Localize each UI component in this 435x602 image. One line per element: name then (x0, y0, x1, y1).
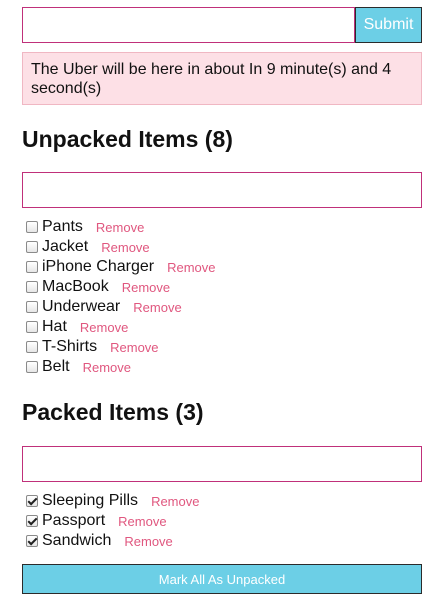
item-name: T-Shirts (42, 338, 98, 355)
item-checkbox[interactable] (26, 321, 38, 333)
unpacked-list: Pants Remove Jacket Remove iPhone Charge… (22, 217, 422, 377)
uber-eta-alert: The Uber will be here in about In 9 minu… (22, 52, 422, 105)
alert-message: The Uber will be here in about In 9 minu… (31, 61, 392, 97)
remove-link[interactable]: Remove (124, 534, 172, 549)
unpacked-heading: Unpacked Items (8) (22, 126, 233, 152)
list-item: T-Shirts Remove (26, 337, 422, 357)
list-item: Passport Remove (26, 511, 422, 531)
app-container: Submit The Uber will be here in about In… (22, 7, 422, 594)
remove-link[interactable]: Remove (96, 220, 144, 235)
list-item: Sandwich Remove (26, 531, 422, 551)
item-name: Sleeping Pills (42, 492, 139, 509)
item-name: Pants (42, 218, 83, 235)
remove-link[interactable]: Remove (83, 360, 131, 375)
item-name: Passport (42, 512, 106, 529)
item-checkbox[interactable] (26, 241, 38, 253)
list-item: Jacket Remove (26, 237, 422, 257)
item-name: Underwear (42, 298, 121, 315)
item-name: Jacket (42, 238, 89, 255)
item-checkbox[interactable] (26, 495, 38, 507)
item-checkbox[interactable] (26, 535, 38, 547)
item-name: iPhone Charger (42, 258, 155, 275)
item-name: Sandwich (42, 532, 112, 549)
item-name: Belt (42, 358, 70, 375)
packed-filter-input[interactable] (22, 446, 422, 482)
remove-link[interactable]: Remove (167, 260, 215, 275)
unpacked-filter-input[interactable] (22, 172, 422, 208)
remove-link[interactable]: Remove (118, 514, 166, 529)
list-item: Hat Remove (26, 317, 422, 337)
submit-button[interactable]: Submit (355, 7, 422, 43)
list-item: MacBook Remove (26, 277, 422, 297)
item-checkbox[interactable] (26, 301, 38, 313)
new-item-input[interactable] (22, 7, 355, 43)
remove-link[interactable]: Remove (122, 280, 170, 295)
remove-link[interactable]: Remove (101, 240, 149, 255)
packed-heading: Packed Items (3) (22, 399, 204, 425)
item-checkbox[interactable] (26, 361, 38, 373)
item-checkbox[interactable] (26, 261, 38, 273)
remove-link[interactable]: Remove (110, 340, 158, 355)
list-item: Underwear Remove (26, 297, 422, 317)
list-item: Pants Remove (26, 217, 422, 237)
list-item: Sleeping Pills Remove (26, 491, 422, 511)
remove-link[interactable]: Remove (151, 494, 199, 509)
remove-link[interactable]: Remove (80, 320, 128, 335)
packed-list: Sleeping Pills Remove Passport Remove Sa… (22, 491, 422, 551)
list-item: iPhone Charger Remove (26, 257, 422, 277)
item-checkbox[interactable] (26, 341, 38, 353)
new-item-form: Submit (22, 7, 422, 43)
list-item: Belt Remove (26, 357, 422, 377)
item-checkbox[interactable] (26, 221, 38, 233)
item-checkbox[interactable] (26, 281, 38, 293)
remove-link[interactable]: Remove (133, 300, 181, 315)
item-name: MacBook (42, 278, 109, 295)
item-name: Hat (42, 318, 67, 335)
mark-all-unpacked-button[interactable]: Mark All As Unpacked (22, 564, 422, 594)
item-checkbox[interactable] (26, 515, 38, 527)
